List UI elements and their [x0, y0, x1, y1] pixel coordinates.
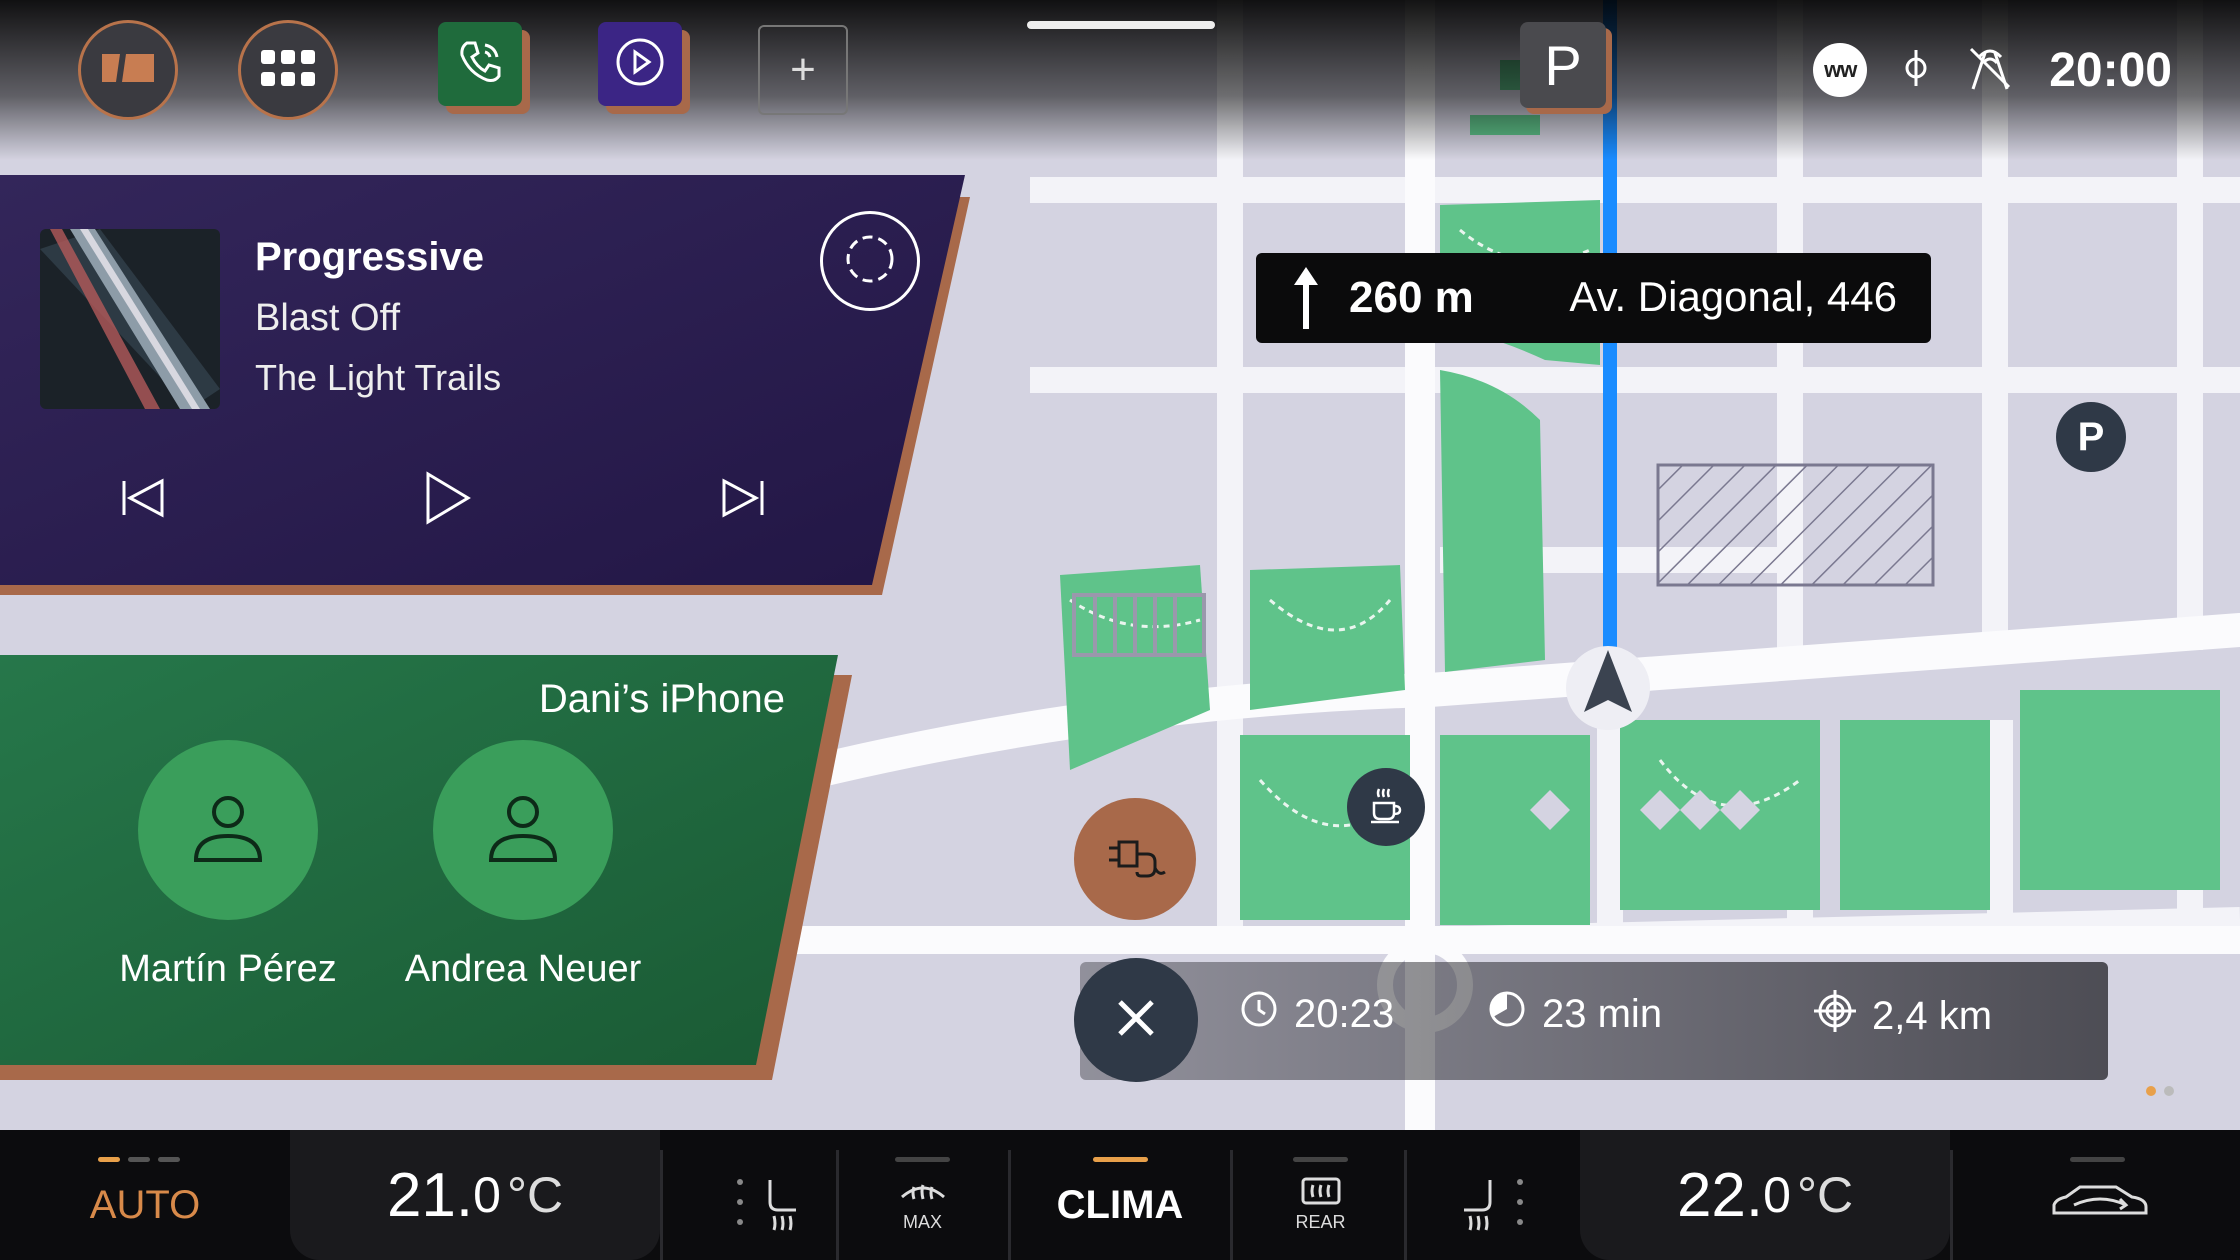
- track-album: The Light Trails: [255, 357, 502, 398]
- wireless-charging-icon: [1901, 46, 1931, 95]
- cafe-poi[interactable]: [1347, 768, 1425, 846]
- turn-instruction-banner[interactable]: 260 m Av. Diagonal, 446: [1256, 253, 1931, 343]
- album-art: [40, 229, 220, 409]
- next-track-button[interactable]: [708, 465, 778, 535]
- driver-temp-unit: °C: [506, 1167, 564, 1223]
- driver-temperature[interactable]: 21. 0 °C: [290, 1130, 660, 1260]
- media-source-button[interactable]: [820, 211, 920, 311]
- phone-shortcut-button[interactable]: [438, 22, 522, 106]
- divider: [1008, 1150, 1011, 1260]
- pie-icon: [1488, 990, 1526, 1038]
- trip-duration-value: 23 min: [1542, 991, 1663, 1036]
- tiles-button[interactable]: [78, 20, 178, 120]
- tiles-icon: [98, 50, 158, 91]
- skip-next-icon: [718, 473, 768, 528]
- rear-defrost-icon: [1299, 1177, 1343, 1212]
- parking-poi[interactable]: P: [2056, 402, 2126, 472]
- contact-name: Andrea Neuer: [404, 948, 642, 990]
- driver-seat-heat-button[interactable]: [700, 1150, 840, 1260]
- lane-assist-icon: [1965, 43, 2015, 98]
- person-icon: [188, 788, 268, 873]
- auto-label: AUTO: [89, 1182, 201, 1227]
- seat-heat-icon: [1450, 1172, 1530, 1239]
- defrost-max-icon: [898, 1177, 948, 1212]
- play-button[interactable]: [412, 465, 482, 535]
- climate-bar: AUTO 21. 0 °C MAX CLIMA REAR 22. 0 °C: [0, 1130, 2240, 1260]
- connected-device-name: Dani’s iPhone: [538, 677, 785, 721]
- add-shortcut-button[interactable]: +: [758, 25, 848, 115]
- clock-icon: [1240, 990, 1278, 1038]
- plus-icon: +: [790, 45, 816, 94]
- arrival-time: 20:23: [1240, 990, 1394, 1038]
- contact-tile[interactable]: Andrea Neuer: [393, 740, 653, 991]
- clima-button[interactable]: CLIMA: [1030, 1150, 1210, 1260]
- parking-shortcut[interactable]: P: [1520, 22, 1606, 108]
- track-title: Progressive: [255, 235, 485, 279]
- media-shortcut-button[interactable]: [598, 22, 682, 106]
- max-label: MAX: [902, 1212, 942, 1232]
- coffee-icon: [1366, 785, 1406, 830]
- phone-icon: [455, 37, 505, 92]
- cancel-route-button[interactable]: [1074, 958, 1198, 1082]
- air-recirculation-button[interactable]: [2000, 1150, 2200, 1260]
- rear-label: REAR: [1295, 1212, 1346, 1232]
- divider: [836, 1150, 839, 1260]
- turn-distance: 260 m: [1349, 273, 1474, 322]
- divider: [1230, 1150, 1233, 1260]
- contact-avatar[interactable]: [433, 740, 613, 920]
- charging-plug-icon: [1103, 832, 1167, 887]
- auto-button[interactable]: AUTO: [40, 1150, 250, 1260]
- previous-track-button[interactable]: [108, 465, 178, 535]
- remaining-distance: 2,4 km: [1814, 990, 1992, 1042]
- contact-tile[interactable]: Martín Pérez: [98, 740, 358, 991]
- charging-station-poi[interactable]: [1074, 798, 1196, 920]
- divider: [1950, 1150, 1953, 1260]
- person-icon: [483, 788, 563, 873]
- passenger-seat-heat-button[interactable]: [1420, 1150, 1560, 1260]
- close-icon: [1116, 998, 1156, 1043]
- play-icon: [422, 470, 472, 531]
- play-circle-icon: [615, 37, 665, 92]
- divider: [1404, 1150, 1407, 1260]
- apps-grid-button[interactable]: [238, 20, 338, 120]
- target-icon: [1814, 990, 1856, 1042]
- passenger-temp-int: 22.: [1676, 1160, 1764, 1230]
- contact-avatar[interactable]: [138, 740, 318, 920]
- arrival-time-value: 20:23: [1294, 991, 1395, 1036]
- divider: [660, 1150, 663, 1260]
- sync-icon: [842, 231, 898, 292]
- page-indicator[interactable]: [2146, 1086, 2174, 1096]
- driver-temp-int: 21.: [386, 1160, 474, 1230]
- page-dot[interactable]: [2164, 1086, 2174, 1096]
- phone-card[interactable]: Dani’s iPhone Martín Pérez Andrea Neuer: [0, 655, 860, 1080]
- rear-defrost-button[interactable]: REAR: [1258, 1150, 1383, 1260]
- status-cluster: ww 20:00: [1813, 30, 2172, 110]
- next-street: Av. Diagonal, 446: [1569, 273, 1897, 320]
- skip-previous-icon: [118, 473, 168, 528]
- grid-icon: [261, 49, 315, 91]
- car-icon: [2050, 1183, 2150, 1228]
- passenger-temp-dec: 0: [1763, 1167, 1791, 1223]
- media-card[interactable]: Progressive Blast Off The Light Trails: [0, 175, 985, 595]
- ww-badge: ww: [1813, 43, 1868, 97]
- contact-name: Martín Pérez: [119, 948, 337, 990]
- page-dot-active[interactable]: [2146, 1086, 2156, 1096]
- passenger-temp-unit: °C: [1796, 1167, 1854, 1223]
- max-defrost-button[interactable]: MAX: [860, 1150, 985, 1260]
- passenger-temperature[interactable]: 22. 0 °C: [1580, 1130, 1950, 1260]
- seat-heat-icon: [730, 1172, 810, 1239]
- home-indicator[interactable]: [1027, 21, 1215, 29]
- track-artist: Blast Off: [255, 297, 401, 339]
- route-summary-bar: 20:23 23 min 2,4 km: [1080, 962, 2108, 1080]
- remaining-distance-value: 2,4 km: [1872, 993, 1993, 1038]
- clock: 20:00: [2049, 43, 2172, 97]
- arrow-up-icon: [1292, 267, 1320, 334]
- driver-temp-dec: 0: [473, 1167, 501, 1223]
- clima-label: CLIMA: [1056, 1182, 1184, 1227]
- trip-duration: 23 min: [1488, 990, 1662, 1038]
